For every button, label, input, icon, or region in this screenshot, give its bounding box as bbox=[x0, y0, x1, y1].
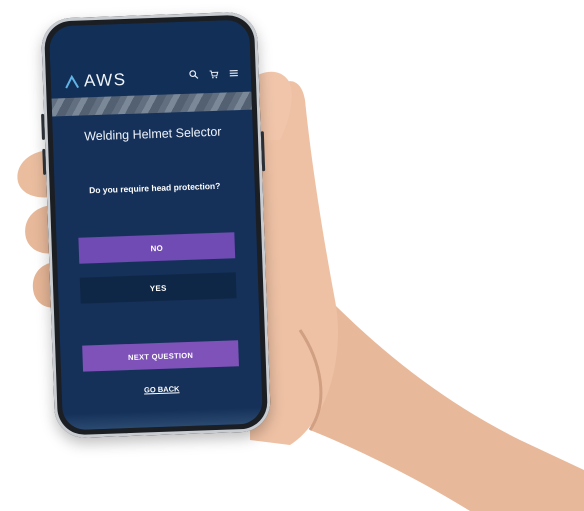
phone-device: AWS Welding Helmet Selector Do you requi… bbox=[40, 11, 272, 439]
next-question-label: NEXT QUESTION bbox=[127, 350, 194, 362]
question-text: Do you require head protection? bbox=[88, 180, 221, 196]
cart-icon[interactable] bbox=[209, 69, 219, 79]
logo-mark-icon bbox=[65, 74, 80, 89]
logo-text: AWS bbox=[83, 69, 127, 91]
header-icons bbox=[189, 68, 239, 80]
search-icon[interactable] bbox=[189, 69, 199, 79]
go-back-link[interactable]: GO BACK bbox=[62, 381, 262, 397]
option-no-button[interactable]: NO bbox=[78, 232, 236, 264]
site-header: AWS bbox=[49, 19, 252, 99]
next-question-button[interactable]: NEXT QUESTION bbox=[82, 340, 239, 372]
menu-icon[interactable] bbox=[229, 68, 239, 78]
phone-screen: AWS Welding Helmet Selector Do you requi… bbox=[49, 19, 263, 431]
screen-bottom-strip bbox=[62, 407, 263, 431]
volume-button bbox=[41, 113, 45, 140]
volume-button bbox=[42, 148, 47, 175]
option-yes-button[interactable]: YES bbox=[79, 272, 237, 304]
option-no-label: NO bbox=[150, 243, 164, 253]
aws-logo[interactable]: AWS bbox=[65, 70, 127, 92]
option-yes-label: YES bbox=[149, 283, 167, 293]
page-title: Welding Helmet Selector bbox=[83, 124, 222, 144]
